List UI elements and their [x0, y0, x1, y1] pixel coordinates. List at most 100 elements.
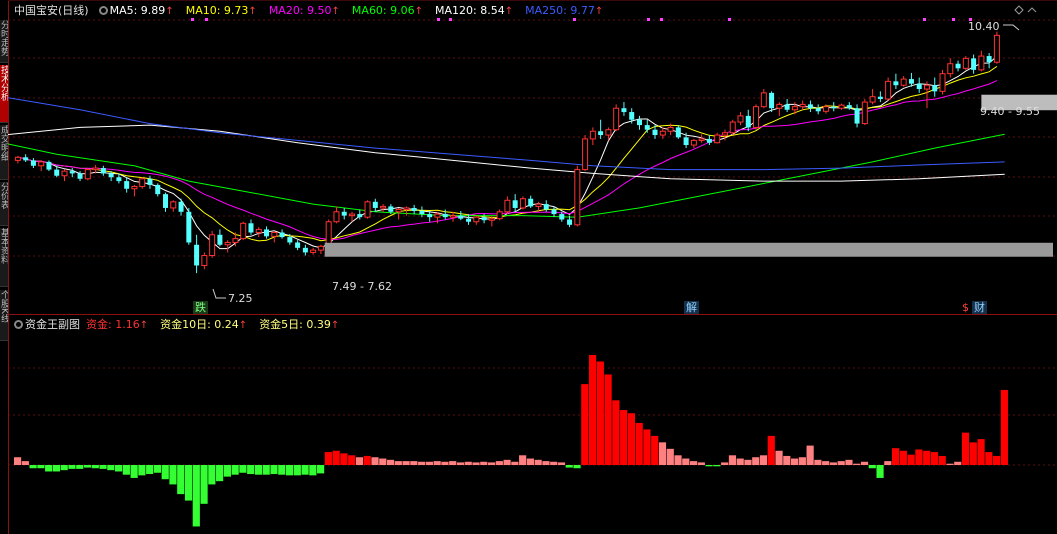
candle-body [551, 209, 557, 215]
flow-bar [355, 457, 364, 465]
marker-dollar[interactable]: $ [960, 301, 971, 314]
candle [784, 99, 790, 113]
flow-bar [262, 465, 270, 475]
candle-body [295, 242, 301, 248]
flow-bar [534, 459, 542, 465]
candle [131, 184, 138, 197]
candle-body [986, 56, 992, 63]
candle-body [186, 211, 192, 243]
candle-body [822, 106, 829, 112]
flow-bar [83, 465, 92, 468]
candle-body [442, 214, 448, 218]
candle-body [69, 171, 75, 174]
side-tab[interactable]: 分价表 [0, 182, 8, 226]
candle-body [481, 217, 487, 221]
candle-body [582, 138, 589, 171]
candle [690, 138, 697, 149]
candle-body [690, 139, 697, 146]
flow-bar [907, 454, 915, 465]
signal-dot [923, 18, 926, 21]
flow-bar [107, 465, 115, 471]
candle-body [131, 185, 138, 190]
candle [30, 158, 36, 169]
flow-bar [985, 452, 993, 465]
flow-bar [697, 462, 705, 465]
candle-body [567, 219, 573, 225]
candle-body [403, 207, 410, 210]
flow-bar [620, 410, 628, 465]
flow-bar [565, 465, 573, 468]
candle [317, 244, 324, 254]
flow-bars [14, 355, 1008, 527]
candle-body [885, 80, 892, 100]
candle-body [675, 127, 681, 138]
flow-bar [651, 435, 659, 465]
flow-bar [115, 465, 123, 472]
ma-line [2, 133, 1005, 218]
sub-title[interactable]: 资金王副图 [25, 316, 80, 332]
candle [932, 77, 938, 97]
flow-bar [231, 465, 239, 475]
candle [209, 230, 216, 258]
candle-body [861, 101, 868, 125]
flow-bar [736, 458, 744, 465]
flow-legend-item: 资金5日: 0.39↑ [259, 318, 340, 331]
flow-bar [1000, 389, 1008, 465]
candle [582, 135, 589, 172]
flow-bar [689, 461, 698, 465]
marker-die[interactable]: 跌 [193, 301, 208, 314]
candle [900, 76, 907, 87]
candle-body [224, 241, 231, 246]
candle-body [380, 205, 387, 209]
marker-jie[interactable]: 解 [684, 301, 699, 314]
candle-body [589, 130, 596, 140]
ma-legend-item: MA250: 9.77↑ [525, 3, 604, 17]
side-tab[interactable]: 基本资料 [0, 228, 8, 287]
side-tab[interactable]: 分时走势 [0, 20, 8, 63]
side-tab[interactable]: 成交明细 [0, 125, 8, 180]
flow-bar [138, 465, 146, 476]
candle [815, 104, 821, 115]
candle [295, 240, 301, 251]
candle [978, 50, 985, 72]
candle-body [287, 237, 293, 243]
flow-bar [223, 465, 231, 477]
flow-bar [596, 361, 604, 465]
candle-body [543, 204, 549, 210]
candle [279, 229, 285, 239]
candle-body [124, 181, 130, 189]
candle-body [194, 244, 200, 266]
flow-bar [301, 465, 309, 475]
candle-body [30, 160, 36, 166]
ma-lines [2, 56, 1005, 250]
flow-bar [340, 453, 348, 465]
flow-bar [635, 422, 643, 465]
low-price-label: 7.25 [228, 292, 253, 305]
side-tab[interactable]: 技术分析 [0, 65, 8, 123]
candle [178, 198, 184, 216]
marker-cai[interactable]: 财 [972, 301, 987, 314]
candle-body [846, 105, 852, 109]
candle-body [116, 177, 122, 182]
candle [908, 72, 914, 87]
flow-bar [853, 463, 861, 465]
settings-icon[interactable] [98, 5, 108, 15]
candle-body [854, 108, 860, 124]
flow-bar [658, 442, 667, 465]
side-tab[interactable]: 个股K线 [0, 290, 8, 341]
candle-body [877, 96, 883, 100]
candle-body [519, 198, 526, 209]
kline-chart[interactable] [0, 0, 1057, 534]
flow-bar [278, 465, 286, 475]
settings-icon[interactable] [14, 319, 23, 329]
candle [411, 204, 417, 215]
stock-title[interactable]: 中国宝安(日线) [14, 2, 89, 18]
candle [598, 119, 604, 139]
flow-bar [557, 462, 566, 465]
flow-bar [806, 445, 814, 465]
candle [760, 89, 767, 109]
candle [100, 165, 106, 176]
candle-body [488, 218, 495, 221]
candle-body [535, 203, 542, 207]
flow-bar [309, 465, 317, 476]
